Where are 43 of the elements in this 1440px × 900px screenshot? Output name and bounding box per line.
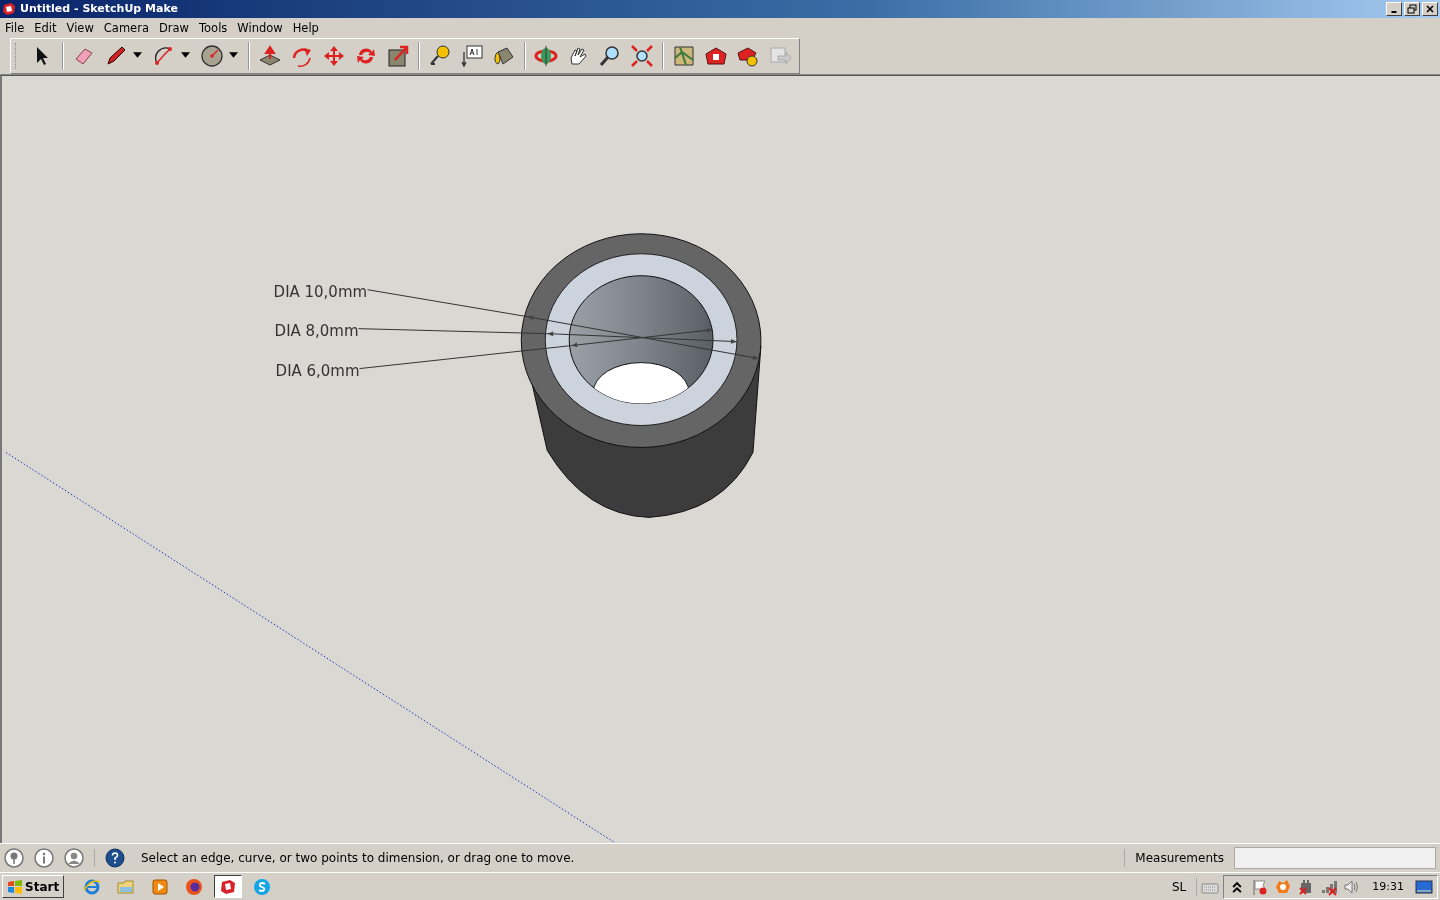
windows-logo-icon: [7, 878, 23, 895]
app-logo-icon: [2, 1, 16, 16]
window-title: Untitled - SketchUp Make: [20, 2, 179, 16]
menu-item[interactable]: Draw: [153, 20, 194, 35]
menu-item[interactable]: File: [0, 20, 30, 35]
chat-s-icon: [253, 877, 272, 896]
taskbar-sketchup-button[interactable]: [214, 875, 243, 899]
show-desktop-icon[interactable]: [1415, 877, 1433, 896]
antivirus-icon[interactable]: [1274, 877, 1293, 896]
restore-icon: [1407, 3, 1417, 14]
caret-icon[interactable]: [133, 52, 143, 61]
menu-item[interactable]: Window: [232, 20, 288, 35]
help-icon[interactable]: [105, 848, 125, 869]
menu-item[interactable]: Tools: [194, 20, 233, 35]
menu-item[interactable]: Edit: [29, 20, 62, 35]
media-player-icon: [151, 877, 170, 896]
measurements-field[interactable]: [1234, 847, 1436, 870]
caret-icon[interactable]: [229, 52, 239, 61]
minimize-button[interactable]: [1386, 1, 1402, 16]
status-message: Select an edge, curve, or two points to dimension, or drag one to move.: [141, 851, 575, 866]
drawing-canvas[interactable]: DIA 10,0mm DIA 8,0mm DIA 6,0mm: [0, 75, 1440, 844]
dimension-label: DIA 6,0mm: [275, 362, 360, 381]
folder-icon: [117, 877, 136, 896]
dimension-label: DIA 8,0mm: [274, 322, 359, 341]
close-icon: [1425, 3, 1435, 14]
dimension-label: DIA 10,0mm: [273, 283, 368, 302]
language-indicator[interactable]: SL: [1166, 879, 1193, 894]
geo-location-icon[interactable]: [4, 848, 24, 869]
menu-item[interactable]: Camera: [98, 20, 154, 35]
menu-item[interactable]: View: [61, 20, 99, 35]
measurements-label: Measurements: [1135, 851, 1224, 866]
start-button[interactable]: Start: [2, 875, 65, 899]
restore-button[interactable]: [1404, 1, 1420, 16]
menu-item[interactable]: Help: [287, 20, 324, 35]
close-button[interactable]: [1422, 1, 1438, 16]
app-logo-icon: [219, 877, 238, 896]
browser-e-icon: [83, 877, 102, 896]
user-icon[interactable]: [64, 848, 84, 869]
info-icon[interactable]: [34, 848, 54, 869]
clock[interactable]: 19:31: [1366, 880, 1410, 894]
minimize-icon: [1391, 10, 1397, 13]
browser-globe-icon: [185, 877, 204, 896]
caret-icon[interactable]: [181, 52, 191, 61]
